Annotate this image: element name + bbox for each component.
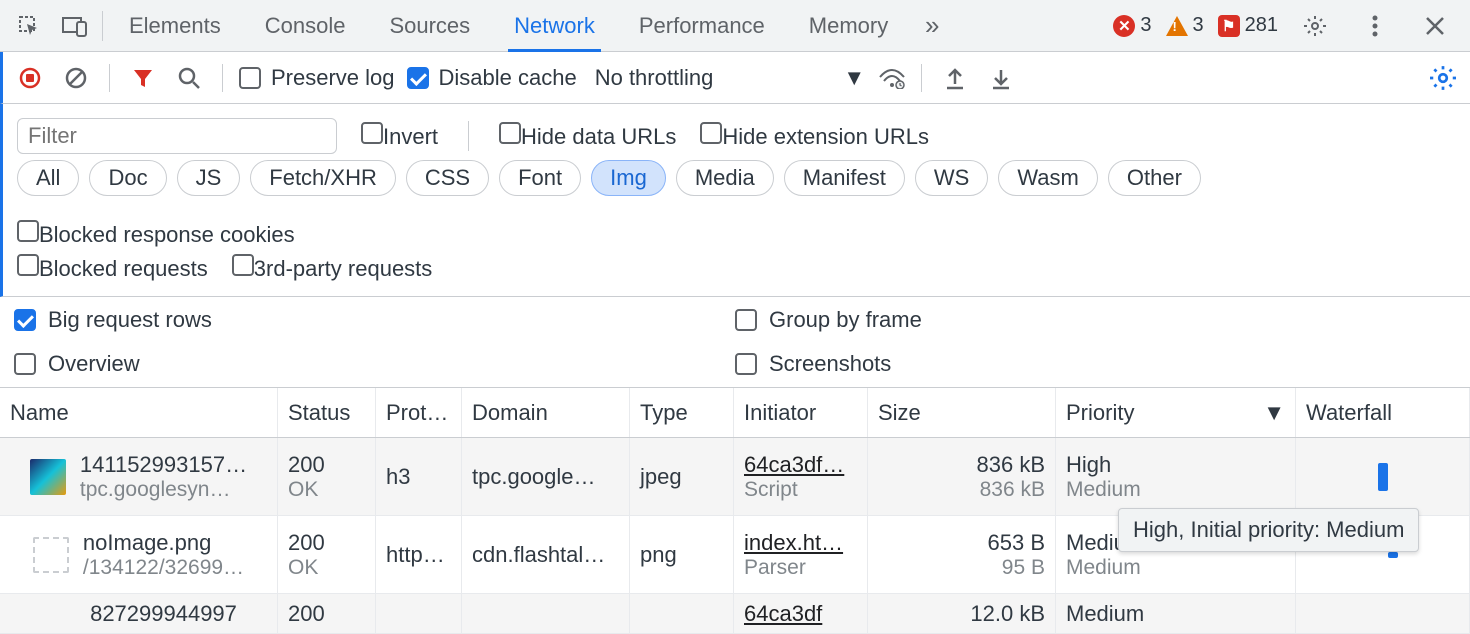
throttling-select[interactable]: No throttling ▼ xyxy=(595,65,905,91)
initiator-link[interactable]: 64ca3df… xyxy=(744,452,857,478)
image-thumbnail xyxy=(33,537,69,573)
initiator-link[interactable]: index.ht… xyxy=(744,530,857,556)
tab-console[interactable]: Console xyxy=(243,0,368,52)
kebab-menu-icon[interactable] xyxy=(1352,0,1398,52)
record-button[interactable] xyxy=(13,61,47,95)
image-thumbnail xyxy=(30,459,66,495)
inspect-icon[interactable] xyxy=(6,0,52,52)
filter-icon[interactable] xyxy=(126,61,160,95)
network-toolbar: Preserve log Disable cache No throttling… xyxy=(0,52,1470,104)
hide-extension-urls-checkbox[interactable]: Hide extension URLs xyxy=(700,122,929,150)
sort-desc-icon: ▼ xyxy=(1263,400,1285,426)
col-protocol[interactable]: Prot… xyxy=(376,388,462,437)
tab-network[interactable]: Network xyxy=(492,0,617,52)
settings-gear-icon[interactable] xyxy=(1292,0,1338,52)
upload-har-icon[interactable] xyxy=(938,61,972,95)
view-options: Big request rows Group by frame Overview… xyxy=(0,297,1470,388)
requests-table-header: Name Status Prot… Domain Type Initiator … xyxy=(0,388,1470,438)
hide-data-urls-checkbox[interactable]: Hide data URLs xyxy=(499,122,676,150)
pill-ws[interactable]: WS xyxy=(915,160,988,196)
pill-doc[interactable]: Doc xyxy=(89,160,166,196)
pill-other[interactable]: Other xyxy=(1108,160,1201,196)
clear-icon[interactable] xyxy=(59,61,93,95)
priority-tooltip: High, Initial priority: Medium xyxy=(1118,508,1419,552)
pill-js[interactable]: JS xyxy=(177,160,241,196)
col-status[interactable]: Status xyxy=(278,388,376,437)
filter-bar: Invert Hide data URLs Hide extension URL… xyxy=(0,104,1470,297)
pill-img[interactable]: Img xyxy=(591,160,666,196)
table-row[interactable]: 827299944997 200 64ca3df 12.0 kB Medium xyxy=(0,594,1470,634)
tab-memory[interactable]: Memory xyxy=(787,0,910,52)
disable-cache-checkbox[interactable]: Disable cache xyxy=(407,65,577,91)
waterfall-cell xyxy=(1296,438,1470,515)
devtools-tabbar: Elements Console Sources Network Perform… xyxy=(0,0,1470,52)
screenshots-checkbox[interactable]: Screenshots xyxy=(735,351,1456,377)
issue-count[interactable]: ⚑ 281 xyxy=(1218,14,1278,37)
pill-fetch-xhr[interactable]: Fetch/XHR xyxy=(250,160,396,196)
pill-media[interactable]: Media xyxy=(676,160,774,196)
warning-count[interactable]: ! 3 xyxy=(1166,14,1204,37)
col-type[interactable]: Type xyxy=(630,388,734,437)
close-devtools-icon[interactable] xyxy=(1412,0,1458,52)
big-request-rows-checkbox[interactable]: Big request rows xyxy=(14,307,735,333)
invert-checkbox[interactable]: Invert xyxy=(361,122,438,150)
resource-type-filters: All Doc JS Fetch/XHR CSS Font Img Media … xyxy=(17,160,1201,196)
search-icon[interactable] xyxy=(172,61,206,95)
more-tabs-icon[interactable]: » xyxy=(910,10,954,41)
error-count[interactable]: ✕ 3 xyxy=(1113,14,1151,37)
col-domain[interactable]: Domain xyxy=(462,388,630,437)
col-waterfall[interactable]: Waterfall xyxy=(1296,388,1470,437)
blocked-cookies-checkbox[interactable]: Blocked response cookies xyxy=(17,220,295,248)
blocked-requests-checkbox[interactable]: Blocked requests xyxy=(17,254,208,282)
tab-performance[interactable]: Performance xyxy=(617,0,787,52)
col-initiator[interactable]: Initiator xyxy=(734,388,868,437)
tab-sources[interactable]: Sources xyxy=(367,0,492,52)
pill-wasm[interactable]: Wasm xyxy=(998,160,1098,196)
table-row[interactable]: 141152993157… tpc.googlesyn… 200OK h3 tp… xyxy=(0,438,1470,516)
overview-checkbox[interactable]: Overview xyxy=(14,351,735,377)
pill-manifest[interactable]: Manifest xyxy=(784,160,905,196)
download-har-icon[interactable] xyxy=(984,61,1018,95)
col-size[interactable]: Size xyxy=(868,388,1056,437)
tab-elements[interactable]: Elements xyxy=(107,0,243,52)
chevron-down-icon: ▼ xyxy=(843,65,865,91)
network-settings-icon[interactable] xyxy=(1426,61,1460,95)
device-toolbar-icon[interactable] xyxy=(52,0,98,52)
pill-css[interactable]: CSS xyxy=(406,160,489,196)
pill-font[interactable]: Font xyxy=(499,160,581,196)
col-name[interactable]: Name xyxy=(0,388,278,437)
third-party-checkbox[interactable]: 3rd-party requests xyxy=(232,254,433,282)
pill-all[interactable]: All xyxy=(17,160,79,196)
preserve-log-checkbox[interactable]: Preserve log xyxy=(239,65,395,91)
filter-input[interactable] xyxy=(17,118,337,154)
col-priority[interactable]: Priority▼ xyxy=(1056,388,1296,437)
network-conditions-icon[interactable] xyxy=(879,67,905,89)
group-by-frame-checkbox[interactable]: Group by frame xyxy=(735,307,1456,333)
